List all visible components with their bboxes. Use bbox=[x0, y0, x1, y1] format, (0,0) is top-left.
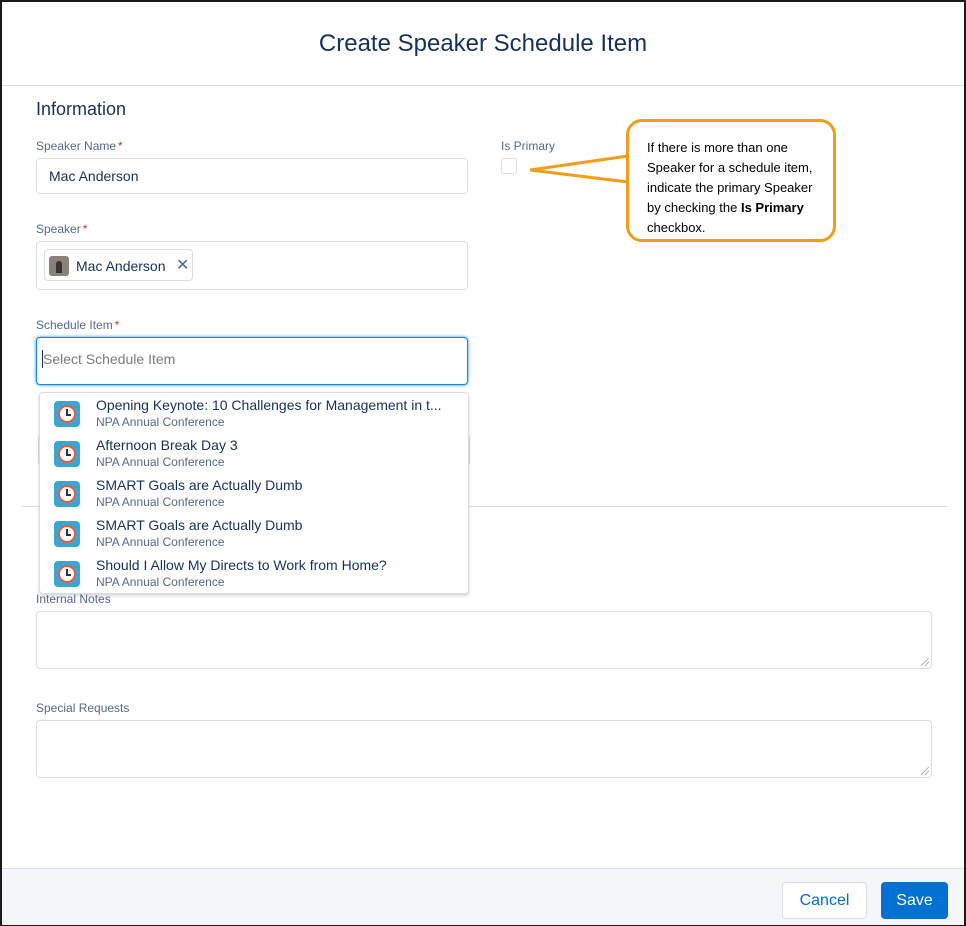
option-title: Afternoon Break Day 3 bbox=[96, 437, 238, 453]
callout-pointer bbox=[530, 154, 630, 184]
schedule-item-dropdown: Opening Keynote: 10 Challenges for Manag… bbox=[39, 392, 469, 594]
option-title: SMART Goals are Actually Dumb bbox=[96, 477, 303, 493]
internal-notes-label: Internal Notes bbox=[36, 592, 111, 606]
callout-text-bold: Is Primary bbox=[740, 200, 804, 215]
resize-handle-icon[interactable] bbox=[921, 767, 929, 775]
option-subtitle: NPA Annual Conference bbox=[96, 415, 225, 429]
dropdown-option[interactable]: Opening Keynote: 10 Challenges for Manag… bbox=[40, 393, 468, 433]
speaker-pill: Mac Anderson ✕ bbox=[44, 249, 193, 281]
dropdown-option[interactable]: SMART Goals are Actually Dumb NPA Annual… bbox=[40, 473, 468, 513]
dropdown-option[interactable]: Should I Allow My Directs to Work from H… bbox=[40, 553, 468, 593]
callout-text-after: checkbox. bbox=[647, 220, 706, 235]
required-marker: * bbox=[118, 139, 123, 153]
speaker-label-text: Speaker bbox=[36, 222, 81, 236]
special-requests-textarea[interactable] bbox=[36, 720, 932, 778]
remove-icon[interactable]: ✕ bbox=[176, 255, 189, 275]
speaker-name-label-text: Speaker Name bbox=[36, 139, 117, 153]
is-primary-label: Is Primary bbox=[501, 139, 555, 153]
speaker-name-value: Mac Anderson bbox=[49, 168, 139, 184]
required-marker: * bbox=[114, 318, 120, 332]
schedule-item-placeholder: Select Schedule Item bbox=[43, 351, 176, 367]
schedule-item-label: Schedule Item * bbox=[36, 318, 119, 332]
schedule-item-search-input[interactable]: Select Schedule Item bbox=[36, 337, 468, 385]
option-subtitle: NPA Annual Conference bbox=[96, 535, 225, 549]
option-subtitle: NPA Annual Conference bbox=[96, 495, 225, 509]
help-callout: If there is more than one Speaker for a … bbox=[626, 119, 836, 242]
avatar bbox=[49, 256, 69, 276]
option-title: Opening Keynote: 10 Challenges for Manag… bbox=[96, 397, 442, 413]
is-primary-checkbox[interactable] bbox=[501, 158, 517, 174]
speaker-name-label: Speaker Name * bbox=[36, 139, 123, 153]
special-requests-label: Special Requests bbox=[36, 701, 130, 715]
section-title: Information bbox=[36, 99, 127, 119]
internal-notes-textarea[interactable] bbox=[36, 611, 932, 669]
speaker-lookup[interactable]: Mac Anderson ✕ bbox=[36, 241, 468, 290]
clock-icon bbox=[54, 441, 80, 467]
clock-icon bbox=[54, 481, 80, 507]
cancel-button[interactable]: Cancel bbox=[782, 882, 867, 919]
option-title: SMART Goals are Actually Dumb bbox=[96, 517, 303, 533]
callout-text: If there is more than one Speaker for a … bbox=[647, 138, 825, 238]
speaker-label: Speaker * bbox=[36, 222, 87, 236]
clock-icon bbox=[54, 521, 80, 547]
save-button[interactable]: Save bbox=[881, 882, 948, 919]
modal-title: Create Speaker Schedule Item bbox=[318, 30, 648, 57]
modal-header: Create Speaker Schedule Item bbox=[2, 2, 964, 86]
resize-handle-icon[interactable] bbox=[921, 658, 929, 666]
dropdown-option[interactable]: Afternoon Break Day 3 NPA Annual Confere… bbox=[40, 433, 468, 473]
modal-footer: Cancel Save bbox=[2, 868, 964, 925]
schedule-item-label-text: Schedule Item bbox=[36, 318, 113, 332]
dropdown-option[interactable]: SMART Goals are Actually Dumb NPA Annual… bbox=[40, 513, 468, 553]
speaker-name-input[interactable]: Mac Anderson bbox=[36, 158, 468, 194]
option-title: Should I Allow My Directs to Work from H… bbox=[96, 557, 387, 573]
modal: Create Speaker Schedule Item Information… bbox=[0, 0, 966, 926]
option-subtitle: NPA Annual Conference bbox=[96, 455, 225, 469]
clock-icon bbox=[54, 401, 80, 427]
option-subtitle: NPA Annual Conference bbox=[96, 575, 225, 589]
required-marker: * bbox=[82, 222, 88, 236]
speaker-pill-label: Mac Anderson bbox=[76, 258, 166, 274]
clock-icon bbox=[54, 561, 80, 587]
